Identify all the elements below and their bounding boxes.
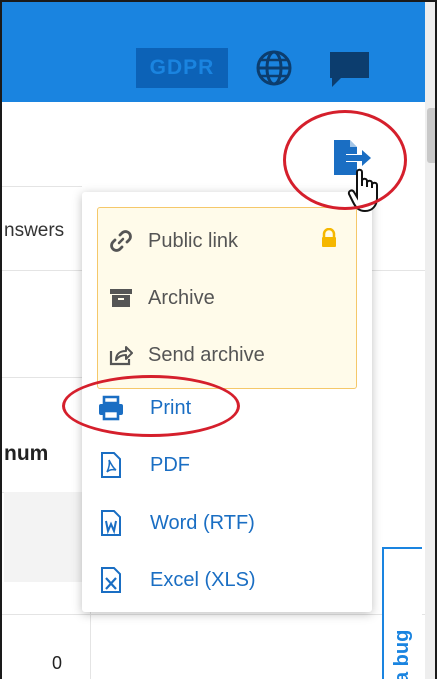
archive-icon <box>106 283 136 313</box>
divider <box>2 186 82 187</box>
menu-item-label: Excel (XLS) <box>150 568 256 591</box>
pdf-file-icon <box>96 450 126 480</box>
report-bug-tab[interactable]: a bug <box>382 547 422 679</box>
share-icon <box>106 340 136 370</box>
table-cell-value: 0 <box>52 653 63 673</box>
menu-item-public-link[interactable]: Public link <box>106 226 238 256</box>
menu-item-label: Public link <box>148 229 239 252</box>
column-header-fragment: num <box>4 442 49 465</box>
menu-item-archive[interactable]: Archive <box>106 283 215 313</box>
annotation-circle-export <box>283 110 407 210</box>
scrollbar-thumb[interactable] <box>427 108 435 163</box>
answers-column-fragment: nswers <box>4 220 65 241</box>
link-icon <box>106 226 136 256</box>
app-frame: GDPR nswers num 0 Public link Archive Se… <box>0 0 437 679</box>
scrollbar[interactable] <box>425 2 435 679</box>
table-header-cell <box>4 492 91 582</box>
menu-item-pdf[interactable]: PDF <box>96 450 190 480</box>
globe-icon[interactable] <box>256 50 292 86</box>
menu-item-excel[interactable]: Excel (XLS) <box>96 565 256 595</box>
menu-item-word[interactable]: Word (RTF) <box>96 508 255 538</box>
menu-item-label: Word (RTF) <box>150 511 255 534</box>
word-file-icon <box>96 508 126 538</box>
chat-icon[interactable] <box>327 49 372 89</box>
gdpr-button[interactable]: GDPR <box>136 48 228 88</box>
report-bug-label: a bug <box>391 629 413 679</box>
excel-file-icon <box>96 565 126 595</box>
divider <box>2 377 82 378</box>
lock-icon <box>322 228 336 247</box>
menu-item-label: Send archive <box>148 343 265 366</box>
menu-item-label: Archive <box>148 286 215 309</box>
divider <box>2 614 425 615</box>
menu-item-label: PDF <box>150 453 190 476</box>
menu-item-send-archive[interactable]: Send archive <box>106 340 265 370</box>
top-navbar: GDPR <box>2 2 425 102</box>
annotation-circle-print <box>62 375 240 437</box>
